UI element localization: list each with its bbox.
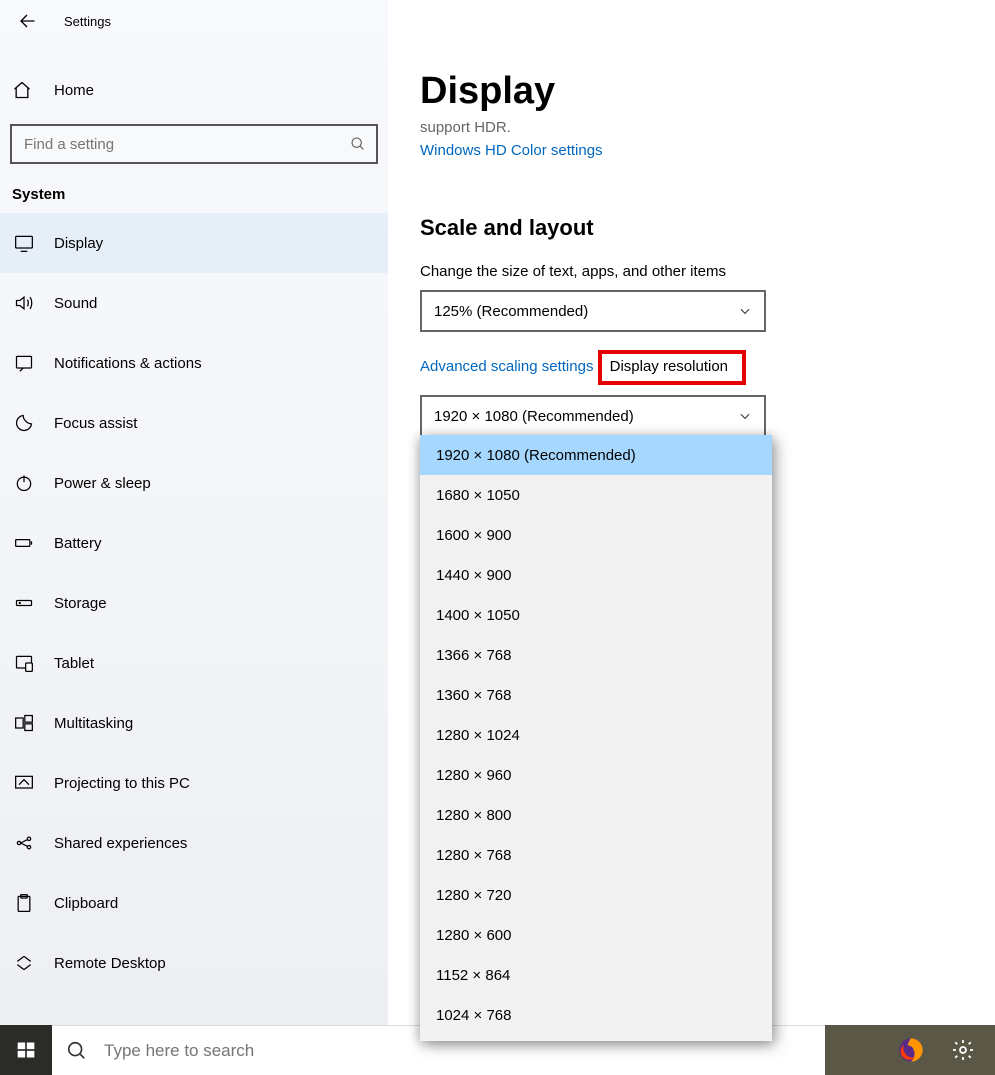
resolution-option[interactable]: 1280 × 960 bbox=[420, 755, 772, 795]
resolution-option[interactable]: 1680 × 1050 bbox=[420, 475, 772, 515]
sidebar-item-storage[interactable]: Storage bbox=[0, 573, 388, 633]
sidebar-item-label: Projecting to this PC bbox=[54, 775, 190, 792]
resolution-option[interactable]: 1280 × 720 bbox=[420, 875, 772, 915]
resolution-option[interactable]: 1600 × 900 bbox=[420, 515, 772, 555]
window-title: Settings bbox=[64, 14, 111, 29]
scale-combobox-value: 125% (Recommended) bbox=[434, 303, 588, 320]
resolution-combobox-value: 1920 × 1080 (Recommended) bbox=[434, 408, 634, 425]
notifications-icon bbox=[12, 353, 36, 373]
sidebar-item-label: Tablet bbox=[54, 655, 94, 672]
link-hd-color-settings[interactable]: Windows HD Color settings bbox=[420, 142, 603, 159]
back-button[interactable] bbox=[8, 3, 46, 39]
resolution-label: Display resolution bbox=[610, 358, 728, 375]
remote-desktop-icon bbox=[12, 953, 36, 973]
start-button[interactable] bbox=[0, 1025, 52, 1075]
sidebar-item-label: Remote Desktop bbox=[54, 955, 166, 972]
resolution-option[interactable]: 1280 × 1024 bbox=[420, 715, 772, 755]
sidebar-item-multitasking[interactable]: Multitasking bbox=[0, 693, 388, 753]
sidebar-item-label: Notifications & actions bbox=[54, 355, 202, 372]
sidebar-item-clipboard[interactable]: Clipboard bbox=[0, 873, 388, 933]
settings-search[interactable] bbox=[10, 124, 378, 164]
search-icon bbox=[66, 1040, 88, 1062]
sidebar-section-header: System bbox=[0, 164, 388, 213]
sidebar-item-label: Multitasking bbox=[54, 715, 133, 732]
resolution-combobox[interactable]: 1920 × 1080 (Recommended) bbox=[420, 395, 766, 437]
resolution-option[interactable]: 1024 × 768 bbox=[420, 995, 772, 1035]
sidebar-item-label: Storage bbox=[54, 595, 107, 612]
sidebar-item-notifications[interactable]: Notifications & actions bbox=[0, 333, 388, 393]
sidebar-item-label: Focus assist bbox=[54, 415, 137, 432]
firefox-icon bbox=[897, 1036, 925, 1064]
taskbar-search-input[interactable] bbox=[102, 1040, 811, 1062]
clipboard-icon bbox=[12, 893, 36, 913]
battery-icon bbox=[12, 533, 36, 553]
scale-layout-heading: Scale and layout bbox=[420, 215, 995, 241]
sidebar-nav-list: Display Sound Notifications & actions Fo… bbox=[0, 213, 388, 1075]
resolution-option[interactable]: 1440 × 900 bbox=[420, 555, 772, 595]
tray-settings[interactable] bbox=[941, 1028, 985, 1072]
tray-firefox[interactable] bbox=[889, 1028, 933, 1072]
sidebar-item-remote-desktop[interactable]: Remote Desktop bbox=[0, 933, 388, 993]
link-advanced-scaling[interactable]: Advanced scaling settings bbox=[420, 358, 593, 375]
chevron-down-icon bbox=[738, 304, 752, 318]
sidebar-item-label: Clipboard bbox=[54, 895, 118, 912]
highlight-display-resolution: Display resolution bbox=[598, 350, 746, 385]
resolution-option[interactable]: 1360 × 768 bbox=[420, 675, 772, 715]
home-icon bbox=[12, 80, 36, 100]
shared-experiences-icon bbox=[12, 833, 36, 853]
resolution-option[interactable]: 1280 × 600 bbox=[420, 915, 772, 955]
resolution-option[interactable]: 1280 × 800 bbox=[420, 795, 772, 835]
settings-search-input[interactable] bbox=[22, 135, 350, 154]
gear-icon bbox=[951, 1038, 975, 1062]
settings-main: Display support HDR. Windows HD Color se… bbox=[388, 0, 995, 1075]
resolution-option[interactable]: 1366 × 768 bbox=[420, 635, 772, 675]
sidebar-home-label: Home bbox=[54, 82, 94, 99]
page-title: Display bbox=[420, 70, 995, 113]
resolution-dropdown: 1920 × 1080 (Recommended) 1680 × 1050 16… bbox=[420, 435, 772, 1041]
multitasking-icon bbox=[12, 713, 36, 733]
sidebar-item-battery[interactable]: Battery bbox=[0, 513, 388, 573]
focus-assist-icon bbox=[12, 413, 36, 433]
tablet-icon bbox=[12, 653, 36, 673]
sidebar-item-projecting[interactable]: Projecting to this PC bbox=[0, 753, 388, 813]
settings-sidebar: Settings Home System Display Sound bbox=[0, 0, 388, 1075]
sidebar-item-display[interactable]: Display bbox=[0, 213, 388, 273]
sidebar-item-label: Battery bbox=[54, 535, 102, 552]
resolution-option[interactable]: 1280 × 768 bbox=[420, 835, 772, 875]
display-icon bbox=[12, 233, 36, 253]
arrow-left-icon bbox=[18, 12, 36, 30]
search-icon bbox=[350, 136, 366, 152]
power-icon bbox=[12, 473, 36, 493]
storage-icon bbox=[12, 593, 36, 613]
resolution-option[interactable]: 1152 × 864 bbox=[420, 955, 772, 995]
sidebar-item-label: Shared experiences bbox=[54, 835, 187, 852]
titlebar: Settings bbox=[0, 0, 388, 42]
sidebar-item-focus-assist[interactable]: Focus assist bbox=[0, 393, 388, 453]
sidebar-item-shared-experiences[interactable]: Shared experiences bbox=[0, 813, 388, 873]
sound-icon bbox=[12, 293, 36, 313]
windows-icon bbox=[16, 1040, 36, 1060]
scale-combobox[interactable]: 125% (Recommended) bbox=[420, 290, 766, 332]
chevron-down-icon bbox=[738, 409, 752, 423]
hdr-support-fragment: support HDR. bbox=[420, 119, 995, 136]
sidebar-item-power-sleep[interactable]: Power & sleep bbox=[0, 453, 388, 513]
projecting-icon bbox=[12, 773, 36, 793]
sidebar-home[interactable]: Home bbox=[0, 62, 388, 118]
sidebar-item-sound[interactable]: Sound bbox=[0, 273, 388, 333]
sidebar-item-label: Display bbox=[54, 235, 103, 252]
resolution-option[interactable]: 1400 × 1050 bbox=[420, 595, 772, 635]
sidebar-item-tablet[interactable]: Tablet bbox=[0, 633, 388, 693]
sidebar-item-label: Power & sleep bbox=[54, 475, 151, 492]
resolution-option[interactable]: 1920 × 1080 (Recommended) bbox=[420, 435, 772, 475]
sidebar-item-label: Sound bbox=[54, 295, 97, 312]
scale-label: Change the size of text, apps, and other… bbox=[420, 263, 995, 280]
taskbar-tray bbox=[825, 1025, 995, 1075]
